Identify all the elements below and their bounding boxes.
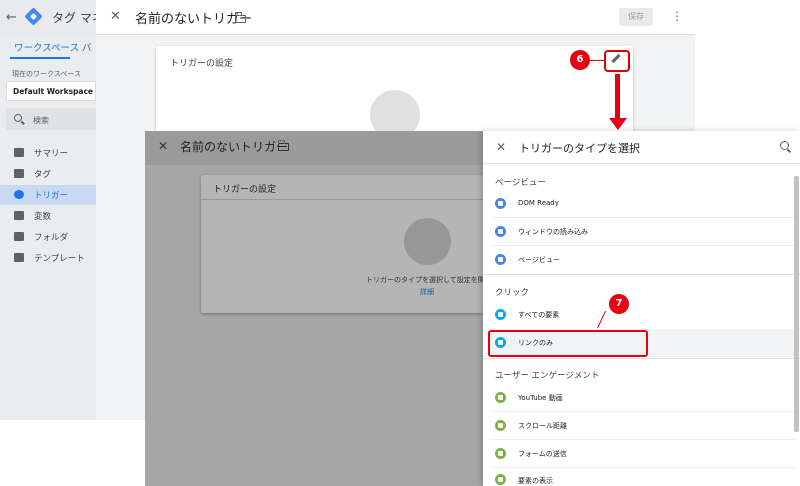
trigger-placeholder-icon[interactable] xyxy=(404,218,451,265)
folder-icon xyxy=(14,148,24,157)
scroll-icon xyxy=(495,420,506,431)
trigger-type-window-load[interactable]: ウィンドウの読み込み xyxy=(518,227,588,237)
sidebar-item-templates[interactable]: テンプレート xyxy=(0,248,96,268)
folder-icon[interactable] xyxy=(277,140,289,151)
active-tab-indicator xyxy=(10,57,70,59)
learn-more-link[interactable]: 詳細 xyxy=(420,287,434,297)
scrollbar[interactable] xyxy=(794,176,799,432)
tab-workspace[interactable]: ワークスペース xyxy=(14,40,79,54)
play-icon xyxy=(495,392,506,403)
more-menu-icon[interactable]: ⋮ xyxy=(671,9,683,23)
window-load-icon xyxy=(495,226,506,237)
highlight-box xyxy=(488,330,648,357)
card-title: トリガーの設定 xyxy=(170,59,234,69)
close-icon[interactable]: ✕ xyxy=(110,9,121,24)
section-pageview: ページビュー xyxy=(495,178,546,188)
trigger-type-element-visibility[interactable]: 要素の表示 xyxy=(518,476,553,486)
trigger-type-youtube[interactable]: YouTube 動画 xyxy=(518,393,563,403)
click-icon xyxy=(495,309,506,320)
step-badge-6: 6 xyxy=(570,50,590,70)
dom-ready-icon xyxy=(495,198,506,209)
divider xyxy=(490,245,795,246)
annotation-connector xyxy=(588,60,606,61)
trigger-type-form-submit[interactable]: フォームの送信 xyxy=(518,449,567,459)
arrow-shaft xyxy=(615,74,620,119)
search-placeholder: 検索 xyxy=(33,116,49,125)
arrow-down-icon xyxy=(609,118,627,130)
form-icon xyxy=(495,448,506,459)
trigger-type-pageview[interactable]: ページビュー xyxy=(518,255,560,265)
trigger-type-dom-ready[interactable]: DOM Ready xyxy=(518,199,559,207)
sidebar-item-summary[interactable]: サマリー xyxy=(0,143,96,163)
current-workspace-label: 現在のワークスペース xyxy=(12,70,81,78)
section-engagement: ユーザー エンゲージメント xyxy=(495,371,600,381)
card-title: トリガーの設定 xyxy=(213,185,277,195)
trigger-name[interactable]: 名前のないトリガー xyxy=(180,138,288,155)
close-icon[interactable]: ✕ xyxy=(158,139,168,153)
divider xyxy=(490,411,795,412)
edit-trigger-button[interactable] xyxy=(604,50,630,72)
save-button[interactable]: 保存 xyxy=(619,8,653,26)
divider xyxy=(483,358,800,359)
section-click: クリック xyxy=(495,288,530,298)
divider xyxy=(483,163,800,164)
close-icon[interactable]: ✕ xyxy=(496,140,506,154)
divider xyxy=(490,467,795,468)
sidebar-item-triggers[interactable]: トリガー xyxy=(0,185,96,205)
search-icon xyxy=(14,114,22,122)
panel-title: トリガーのタイプを選択 xyxy=(519,142,640,155)
folder-icon xyxy=(14,232,24,241)
step-badge-7: 7 xyxy=(609,294,629,314)
card-divider xyxy=(201,199,483,200)
trigger-icon xyxy=(14,190,24,199)
search-icon[interactable] xyxy=(780,141,789,150)
tab-versions[interactable]: バ xyxy=(82,40,92,54)
eye-icon xyxy=(495,254,506,265)
variable-icon xyxy=(14,211,24,220)
trigger-type-all-elements[interactable]: すべての要素 xyxy=(518,310,559,320)
divider xyxy=(490,217,795,218)
trigger-hint-text: トリガーのタイプを選択して設定を開始 xyxy=(366,276,492,284)
divider xyxy=(483,274,800,275)
back-arrow-icon[interactable]: ← xyxy=(6,10,17,25)
visibility-icon xyxy=(495,474,506,485)
folder-icon[interactable] xyxy=(234,12,246,23)
divider xyxy=(490,439,795,440)
workspace-selector[interactable]: Default Workspace xyxy=(6,81,96,101)
sidebar-item-variables[interactable]: 変数 xyxy=(0,206,96,226)
tag-icon xyxy=(14,169,24,178)
sidebar-item-folders[interactable]: フォルダ xyxy=(0,227,96,247)
sidebar-item-tags[interactable]: タグ xyxy=(0,164,96,184)
trigger-type-scroll-depth[interactable]: スクロール距離 xyxy=(518,421,567,431)
template-icon xyxy=(14,253,24,262)
